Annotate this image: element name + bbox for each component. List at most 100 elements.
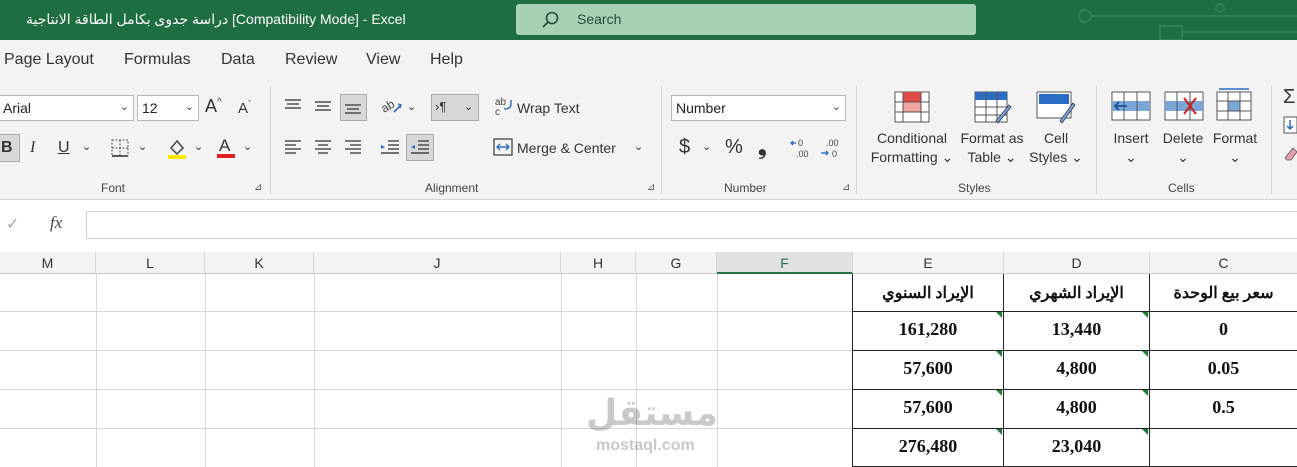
error-indicator-icon[interactable] [996, 429, 1002, 435]
column-header-j[interactable]: J [314, 252, 561, 274]
header-cell-monthly-revenue[interactable]: الإيراد الشهري [1004, 283, 1149, 303]
conditional-formatting-icon[interactable] [894, 91, 930, 123]
clear-icon[interactable] [1283, 144, 1297, 162]
decrease-decimal-icon[interactable]: .000 [820, 136, 844, 160]
tab-data[interactable]: Data [221, 51, 255, 69]
column-header-f[interactable]: F [717, 252, 853, 274]
cell-styles-icon[interactable] [1036, 91, 1076, 125]
enter-check-icon[interactable]: ✓ [6, 214, 19, 234]
middle-align-icon[interactable] [314, 98, 332, 114]
column-header-k[interactable]: K [205, 252, 314, 274]
column-header-l[interactable]: L [96, 252, 205, 274]
bold-button[interactable]: B [1, 139, 13, 157]
format-as-table-icon[interactable] [974, 91, 1012, 125]
dialog-launcher-icon[interactable]: ⊿ [254, 182, 262, 193]
font-color-icon[interactable]: A [215, 135, 237, 160]
grow-font-button[interactable]: A^ [205, 96, 222, 117]
right-to-left-icon[interactable]: ›¶ [435, 99, 446, 114]
column-header-e[interactable]: E [853, 252, 1004, 274]
fill-color-icon[interactable] [166, 136, 188, 160]
conditional-formatting-button[interactable]: Conditional Formatting ⌄ [868, 129, 956, 167]
increase-decimal-icon[interactable]: 0.00 [790, 136, 814, 160]
align-right-icon[interactable] [344, 139, 362, 155]
bottom-align-icon[interactable] [344, 98, 362, 116]
error-indicator-icon[interactable] [996, 312, 1002, 318]
chevron-down-icon[interactable]: ⌄ [138, 140, 147, 153]
tab-view[interactable]: View [366, 51, 400, 69]
borders-icon[interactable] [110, 138, 130, 158]
delete-cells-icon[interactable] [1164, 91, 1204, 121]
table-cell[interactable]: 57,600 [853, 397, 1003, 418]
chevron-down-icon[interactable]: ⌄ [82, 140, 91, 153]
italic-button[interactable]: I [30, 139, 35, 157]
formula-input[interactable] [86, 211, 1297, 239]
tab-page-layout[interactable]: Page Layout [4, 51, 94, 69]
chevron-down-icon[interactable]: ⌄ [464, 100, 473, 113]
table-cell[interactable]: 161,280 [853, 319, 1003, 340]
number-format-combo[interactable]: Number ⌄ [671, 95, 846, 121]
svg-text:A: A [219, 136, 231, 155]
delete-cells-button[interactable]: Delete ⌄ [1158, 129, 1208, 167]
chevron-down-icon[interactable]: ⌄ [194, 140, 203, 153]
column-header-h[interactable]: H [561, 252, 636, 274]
merge-center-button[interactable]: Merge & Center [517, 140, 616, 156]
table-cell[interactable]: 4,800 [1004, 358, 1149, 379]
insert-cells-icon[interactable] [1111, 91, 1151, 121]
chevron-down-icon[interactable]: ⌄ [243, 140, 252, 153]
currency-button[interactable]: $ [679, 136, 690, 159]
decrease-indent-icon[interactable] [380, 139, 400, 155]
error-indicator-icon[interactable] [996, 390, 1002, 396]
search-box[interactable]: Search [516, 4, 976, 35]
format-as-table-button[interactable]: Format as Table ⌄ [956, 129, 1028, 167]
table-cell[interactable]: 276,480 [853, 436, 1003, 457]
error-indicator-icon[interactable] [1142, 390, 1148, 396]
wrap-text-button[interactable]: Wrap Text [517, 100, 580, 116]
comma-style-button[interactable]: ❟ [758, 134, 767, 160]
table-cell[interactable]: 57,600 [853, 358, 1003, 379]
dialog-launcher-icon[interactable]: ⊿ [647, 182, 655, 193]
header-cell-annual-revenue[interactable]: الإيراد السنوي [853, 283, 1003, 303]
column-header-d[interactable]: D [1004, 252, 1150, 274]
menu-bar: Page Layout Formulas Data Review View He… [0, 40, 1297, 80]
increase-indent-icon[interactable] [410, 139, 430, 155]
cell-styles-button[interactable]: Cell Styles ⌄ [1028, 129, 1084, 167]
underline-button[interactable]: U [58, 139, 70, 157]
column-header-c[interactable]: C [1150, 252, 1297, 274]
error-indicator-icon[interactable] [1142, 351, 1148, 357]
font-name-combo[interactable]: Arial ⌄ [0, 95, 134, 121]
chevron-down-icon[interactable]: ⌄ [702, 140, 711, 153]
table-cell[interactable]: 0.5 [1150, 397, 1297, 418]
error-indicator-icon[interactable] [1142, 312, 1148, 318]
table-cell[interactable]: 13,440 [1004, 319, 1149, 340]
insert-cells-button[interactable]: Insert ⌄ [1106, 129, 1156, 167]
table-cell[interactable]: 0 [1150, 319, 1297, 340]
autosum-icon[interactable]: Σ [1283, 86, 1295, 109]
tab-help[interactable]: Help [430, 51, 463, 69]
format-cells-button[interactable]: Format ⌄ [1210, 129, 1260, 167]
align-center-icon[interactable] [314, 139, 332, 155]
tab-review[interactable]: Review [285, 51, 337, 69]
dialog-launcher-icon[interactable]: ⊿ [842, 182, 850, 193]
top-align-icon[interactable] [284, 98, 302, 114]
table-cell[interactable]: 23,040 [1004, 436, 1149, 457]
header-cell-unit-price[interactable]: سعر بيع الوحدة [1150, 283, 1297, 303]
tab-formulas[interactable]: Formulas [124, 51, 191, 69]
percent-button[interactable]: % [725, 136, 743, 159]
format-cells-icon[interactable] [1216, 87, 1256, 121]
delete-cells-label: Delete [1162, 130, 1204, 146]
table-border [852, 350, 1297, 351]
chevron-down-icon[interactable]: ⌄ [634, 140, 643, 153]
font-size-combo[interactable]: 12 ⌄ [137, 95, 199, 121]
table-cell[interactable]: 4,800 [1004, 397, 1149, 418]
error-indicator-icon[interactable] [996, 351, 1002, 357]
orientation-icon[interactable]: ab [380, 96, 404, 116]
align-left-icon[interactable] [284, 139, 302, 155]
fill-icon[interactable] [1283, 116, 1297, 134]
column-header-m[interactable]: M [0, 252, 96, 274]
column-header-g[interactable]: G [636, 252, 717, 274]
error-indicator-icon[interactable] [1142, 429, 1148, 435]
chevron-down-icon[interactable]: ⌄ [407, 100, 416, 113]
insert-function-icon[interactable]: fx [50, 213, 62, 233]
shrink-font-button[interactable]: Aˇ [238, 99, 251, 117]
table-cell[interactable]: 0.05 [1150, 358, 1297, 379]
